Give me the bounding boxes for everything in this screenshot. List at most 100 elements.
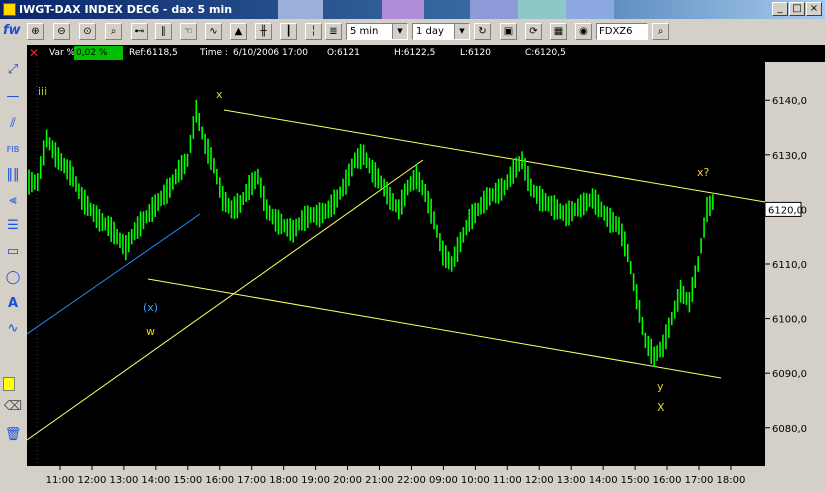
time-tick-label: 11:00: [493, 475, 522, 486]
wave-label-x-top: x: [216, 88, 223, 101]
indicator-list-icon[interactable]: ≣: [325, 23, 342, 40]
time-tick-label: 11:00: [46, 475, 75, 486]
wave-label-y: y: [657, 380, 664, 393]
zoom-fit-icon[interactable]: ⊙: [79, 23, 96, 40]
eraser-icon[interactable]: ⌫: [3, 397, 23, 417]
close-x-icon[interactable]: ✕: [29, 46, 39, 60]
time-tick-label: 12:00: [525, 475, 554, 486]
tick-chart-icon[interactable]: ╎: [305, 23, 322, 40]
price-axis: 6140,0 6130,0 6120,0 6110,0 6100,0 6090,0 6080…: [764, 62, 825, 466]
trash-icon[interactable]: 🗑: [3, 425, 23, 445]
symbol-input[interactable]: FDXZ6: [596, 23, 648, 40]
time-axis-svg: 11:00 12:00 13:00 14:00 15:00 16:00 17:00 18:00…: [46, 466, 746, 486]
low-value: L:6120: [460, 48, 491, 58]
chart-plot-area[interactable]: iii x (x) w yXx?: [26, 62, 766, 466]
time-value: 6/10/2006 17:00: [233, 48, 308, 58]
diagonal-line-icon[interactable]: ⤢: [3, 60, 23, 80]
zoom-out-icon[interactable]: ⊖: [53, 23, 70, 40]
bar-style-icon[interactable]: ∥: [155, 23, 172, 40]
maximize-button[interactable]: □: [789, 2, 805, 16]
text-tool-icon[interactable]: A: [3, 294, 23, 314]
gann-icon[interactable]: ☰: [3, 216, 23, 236]
window-title: IWGT-DAX INDEX DEC6 - dax 5 min: [19, 3, 233, 16]
info-bar: ✕ Var %: 0,02 % Ref:6118,5 Time : 6/10/2…: [27, 45, 825, 62]
line-chart-icon[interactable]: ∿: [205, 23, 222, 40]
minimize-button[interactable]: _: [772, 2, 788, 16]
color-picker-icon[interactable]: [3, 377, 15, 391]
fw-logo: fw: [3, 23, 21, 38]
ellipse-icon[interactable]: ◯: [3, 268, 23, 288]
channel-upper-line: [223, 109, 766, 203]
time-tick-label: 18:00: [269, 475, 298, 486]
price-tick-label: 6110,0: [772, 260, 807, 271]
price-tick-label: 6140,0: [772, 96, 807, 107]
magnify-icon[interactable]: ⌕: [105, 23, 122, 40]
toolbar-color-block-3: [470, 0, 518, 19]
sync-icon[interactable]: ⟳: [525, 23, 542, 40]
hand-icon[interactable]: ☜: [180, 23, 197, 40]
fan-icon[interactable]: ⫷: [3, 191, 23, 211]
time-tick-label: 18:00: [717, 475, 746, 486]
wave-label-w: w: [146, 325, 155, 338]
time-tick-label: 21:00: [365, 475, 394, 486]
wave-label-iii: iii: [38, 85, 47, 98]
rectangle-icon[interactable]: ▭: [3, 242, 23, 262]
refresh-icon[interactable]: ↻: [474, 23, 491, 40]
channel-lower-line: [147, 278, 722, 379]
toolbar-color-block-2: [382, 0, 424, 19]
link-icon[interactable]: ⊷: [131, 23, 148, 40]
price-tick-label: 6100,0: [772, 315, 807, 326]
chevron-down-icon: ▼: [392, 24, 407, 39]
time-tick-label: 12:00: [78, 475, 107, 486]
timeframe-value: 5 min: [350, 26, 379, 37]
wave-label-X: X: [657, 401, 665, 414]
time-tick-label: 13:00: [557, 475, 586, 486]
time-tick-label: 14:00: [141, 475, 170, 486]
fibonacci-icon[interactable]: FIB: [3, 140, 23, 160]
mountain-chart-icon[interactable]: ▲: [230, 23, 247, 40]
globe-icon[interactable]: ◉: [575, 23, 592, 40]
parallel-channel-icon[interactable]: ⫽: [3, 114, 23, 134]
time-tick-label: 14:00: [589, 475, 618, 486]
time-label: Time :: [200, 48, 228, 58]
var-value: 0,02 %: [74, 46, 124, 60]
time-tick-label: 10:00: [461, 475, 490, 486]
wave-label-x-paren: (x): [143, 301, 158, 314]
toolbar-color-block-5: [566, 0, 614, 19]
candle-chart-icon[interactable]: ┃: [280, 23, 297, 40]
price-tick-label: 6130,0: [772, 151, 807, 162]
save-icon[interactable]: ▣: [500, 23, 517, 40]
wave-label-x-question: x?: [697, 166, 710, 179]
timeframe-select[interactable]: 5 min ▼: [346, 23, 408, 40]
vertical-lines-icon[interactable]: ‖‖: [3, 165, 23, 185]
time-tick-label: 16:00: [653, 475, 682, 486]
drawing-toolbar: ⤢ — ⫽ FIB ‖‖ ⫷ ☰ ▭ ◯ A ∿ ⌫ 🗑: [0, 45, 27, 489]
toolbar-color-block-1: [278, 0, 323, 19]
close-value: C:6120,5: [525, 48, 566, 58]
time-tick-label: 16:00: [205, 475, 234, 486]
horizontal-line-icon[interactable]: —: [3, 87, 23, 107]
time-tick-label: 17:00: [237, 475, 266, 486]
title-bar: IWGT-DAX INDEX DEC6 - dax 5 min _ □ ×: [0, 0, 825, 19]
price-chart[interactable]: iii x (x) w y Xx?: [26, 62, 766, 466]
ohlc-chart-icon[interactable]: ╫: [255, 23, 272, 40]
time-tick-label: 20:00: [333, 475, 362, 486]
time-tick-label: 13:00: [109, 475, 138, 486]
zoom-in-icon[interactable]: ⊕: [27, 23, 44, 40]
ref-value: Ref:6118,5: [129, 48, 178, 58]
close-button[interactable]: ×: [806, 2, 822, 16]
time-tick-label: 17:00: [685, 475, 714, 486]
symbol-value: FDXZ6: [599, 26, 633, 37]
price-tick-label: 6080,0: [772, 424, 807, 435]
range-value: 1 day: [416, 26, 444, 37]
range-select[interactable]: 1 day ▼: [412, 23, 470, 40]
time-tick-label: 09:00: [429, 475, 458, 486]
time-tick-label: 15:00: [173, 475, 202, 486]
wave-tool-icon[interactable]: ∿: [3, 319, 23, 339]
search-icon[interactable]: ⌕: [652, 23, 669, 40]
calendar-icon[interactable]: ▦: [550, 23, 567, 40]
chevron-down-icon: ▼: [454, 24, 469, 39]
price-tick-label: 6090,0: [772, 369, 807, 380]
time-tick-label: 15:00: [621, 475, 650, 486]
time-tick-label: 19:00: [301, 475, 330, 486]
